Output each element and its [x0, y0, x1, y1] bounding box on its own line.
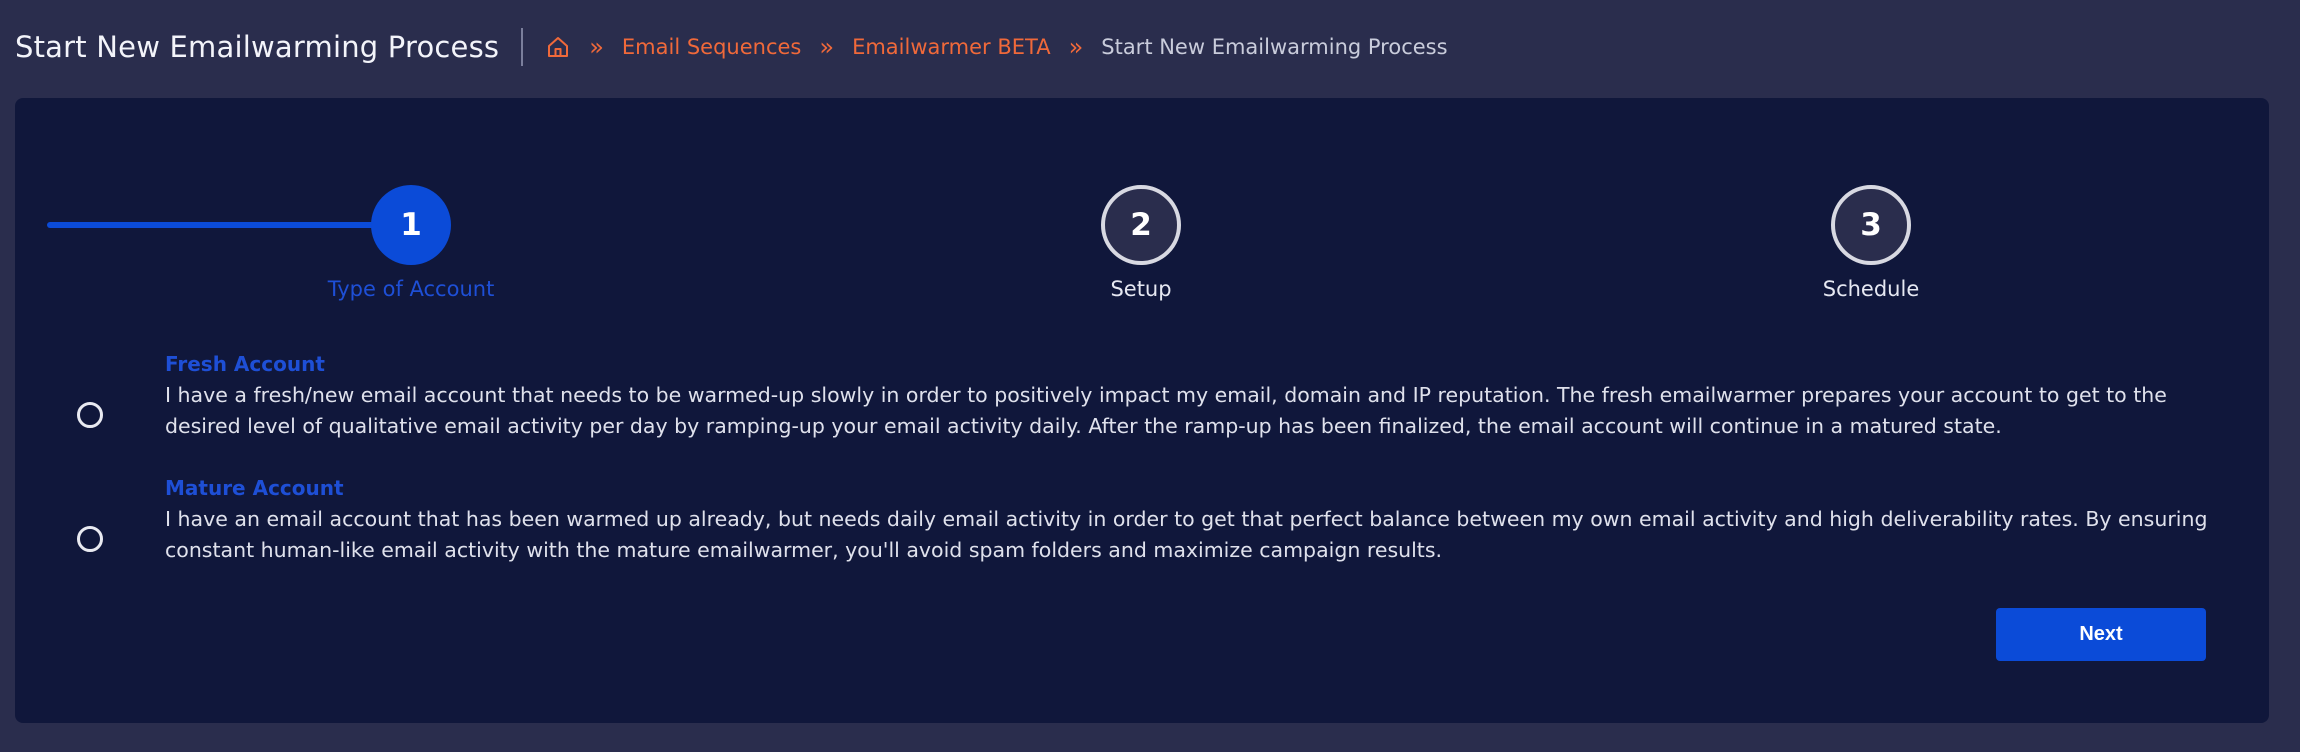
step-number: 1	[371, 185, 451, 265]
step-label: Setup	[1110, 277, 1172, 301]
step-setup[interactable]: 2 Setup	[1041, 185, 1241, 301]
wizard-card: 1 Type of Account 2 Setup 3 Schedule Fre…	[15, 98, 2269, 723]
breadcrumb-current: Start New Emailwarming Process	[1101, 35, 1448, 59]
breadcrumb-separator: »	[589, 33, 604, 61]
step-number: 2	[1101, 185, 1181, 265]
mature-account-text: Mature Account I have an email account t…	[165, 476, 2225, 566]
step-number: 3	[1831, 185, 1911, 265]
page-header: Start New Emailwarming Process » Email S…	[15, 22, 1448, 72]
next-button[interactable]: Next	[1996, 608, 2206, 661]
step-label: Schedule	[1822, 277, 1920, 301]
fresh-account-radio[interactable]	[77, 402, 103, 428]
step-type-of-account[interactable]: 1 Type of Account	[311, 185, 511, 301]
breadcrumb-separator: »	[1068, 33, 1084, 61]
breadcrumb: » Email Sequences » Emailwarmer BETA » S…	[545, 33, 1448, 61]
breadcrumb-separator: »	[819, 33, 835, 61]
fresh-account-description: I have a fresh/new email account that ne…	[165, 383, 2167, 438]
breadcrumb-link-emailwarmer-beta[interactable]: Emailwarmer BETA	[852, 35, 1051, 59]
step-schedule[interactable]: 3 Schedule	[1771, 185, 1971, 301]
header-divider	[521, 28, 524, 66]
mature-account-title: Mature Account	[165, 476, 344, 500]
home-icon[interactable]	[545, 34, 571, 60]
fresh-account-text: Fresh Account I have a fresh/new email a…	[165, 352, 2225, 442]
page-title: Start New Emailwarming Process	[15, 30, 500, 64]
fresh-account-title: Fresh Account	[165, 352, 325, 376]
step-label: Type of Account	[327, 277, 495, 301]
mature-account-radio[interactable]	[77, 526, 103, 552]
breadcrumb-link-email-sequences[interactable]: Email Sequences	[622, 35, 801, 59]
mature-account-description: I have an email account that has been wa…	[165, 507, 2208, 562]
